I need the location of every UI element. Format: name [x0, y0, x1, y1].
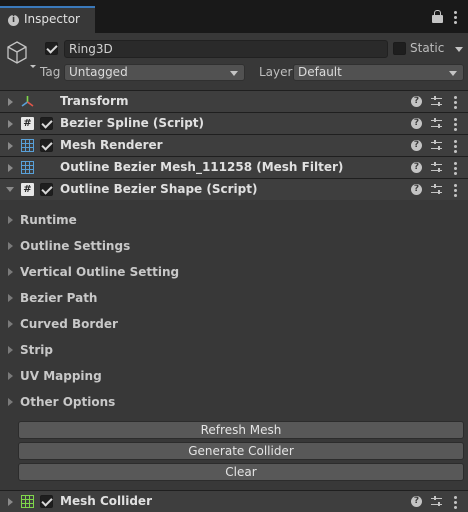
section-label: Outline Settings — [20, 239, 131, 253]
section-curved-border[interactable]: Curved Border — [0, 311, 468, 337]
static-label: Static — [410, 41, 445, 55]
fold-arrow-icon[interactable] — [8, 98, 13, 106]
component-outline-bezier-shape[interactable]: # Outline Bezier Shape (Script) ? — [0, 178, 468, 200]
tag-label: Tag — [40, 65, 61, 79]
fold-arrow-icon — [8, 320, 13, 328]
section-label: Curved Border — [20, 317, 118, 331]
fold-arrow-icon[interactable] — [8, 164, 13, 172]
presets-icon[interactable] — [431, 118, 442, 129]
tag-value: Untagged — [69, 65, 128, 79]
fold-arrow-expanded-icon[interactable] — [6, 187, 14, 192]
component-name: Bezier Spline (Script) — [60, 116, 205, 130]
presets-icon[interactable] — [431, 140, 442, 151]
section-outline-settings[interactable]: Outline Settings — [0, 233, 468, 259]
component-enabled-checkbox[interactable] — [40, 495, 53, 508]
context-menu-kebab-icon[interactable] — [454, 496, 457, 511]
section-vertical-outline-setting[interactable]: Vertical Outline Setting — [0, 259, 468, 285]
fold-arrow-icon — [8, 216, 13, 224]
section-uv-mapping[interactable]: UV Mapping — [0, 363, 468, 389]
fold-arrow-icon[interactable] — [8, 120, 13, 128]
section-label: Strip — [20, 343, 53, 357]
fold-arrow-icon[interactable] — [8, 142, 13, 150]
script-icon: # — [21, 117, 34, 130]
generate-collider-button[interactable]: Generate Collider — [18, 442, 464, 460]
gameobject-cube-icon[interactable] — [6, 39, 38, 69]
tab-title: Inspector — [24, 12, 80, 26]
section-runtime[interactable]: Runtime — [0, 207, 468, 233]
context-menu-kebab-icon[interactable] — [454, 118, 457, 133]
mesh-collider-icon — [21, 495, 34, 508]
help-icon[interactable]: ? — [411, 118, 422, 129]
help-icon[interactable]: ? — [411, 496, 422, 507]
help-icon[interactable]: ? — [411, 184, 422, 195]
lock-icon[interactable] — [432, 10, 443, 23]
component-enabled-checkbox[interactable] — [40, 139, 53, 152]
chevron-down-icon — [449, 71, 457, 76]
static-dropdown-icon[interactable] — [455, 47, 463, 52]
transform-axes-icon — [21, 96, 34, 107]
section-other-options[interactable]: Other Options — [0, 389, 468, 415]
presets-icon[interactable] — [431, 162, 442, 173]
fold-arrow-icon — [8, 268, 13, 276]
component-mesh-filter[interactable]: Outline Bezier Mesh_111258 (Mesh Filter)… — [0, 156, 468, 178]
component-mesh-renderer[interactable]: Mesh Renderer ? — [0, 134, 468, 156]
object-name-field[interactable]: Ring3D — [64, 40, 388, 58]
fold-arrow-icon — [8, 398, 13, 406]
component-name: Outline Bezier Shape (Script) — [60, 182, 258, 196]
context-menu-kebab-icon[interactable] — [454, 96, 457, 111]
help-icon[interactable]: ? — [411, 96, 422, 107]
layer-dropdown[interactable]: Default — [293, 64, 464, 81]
presets-icon[interactable] — [431, 496, 442, 507]
context-menu-kebab-icon[interactable] — [454, 162, 457, 177]
layer-value: Default — [298, 65, 342, 79]
component-name: Transform — [60, 94, 129, 108]
chevron-down-icon — [230, 71, 238, 76]
presets-icon[interactable] — [431, 184, 442, 195]
section-label: UV Mapping — [20, 369, 102, 383]
component-name: Mesh Renderer — [60, 138, 163, 152]
component-name: Outline Bezier Mesh_111258 (Mesh Filter) — [60, 160, 344, 174]
clear-button[interactable]: Clear — [18, 463, 464, 481]
tab-inspector[interactable]: i Inspector — [0, 6, 95, 33]
script-icon: # — [21, 183, 34, 196]
section-bezier-path[interactable]: Bezier Path — [0, 285, 468, 311]
info-icon: i — [8, 15, 19, 26]
presets-icon[interactable] — [431, 96, 442, 107]
fold-arrow-icon — [8, 294, 13, 302]
component-bezier-spline[interactable]: # Bezier Spline (Script) ? — [0, 112, 468, 134]
component-enabled-checkbox[interactable] — [40, 117, 53, 130]
fold-arrow-icon — [8, 242, 13, 250]
section-label: Bezier Path — [20, 291, 98, 305]
mesh-renderer-icon — [21, 139, 34, 152]
help-icon[interactable]: ? — [411, 162, 422, 173]
fold-arrow-icon[interactable] — [8, 498, 13, 506]
tag-dropdown[interactable]: Untagged — [64, 64, 245, 81]
component-name: Mesh Collider — [60, 494, 152, 508]
section-label: Other Options — [20, 395, 116, 409]
fold-arrow-icon — [8, 372, 13, 380]
static-checkbox[interactable] — [393, 42, 406, 55]
fold-arrow-icon — [8, 346, 13, 354]
refresh-mesh-button[interactable]: Refresh Mesh — [18, 421, 464, 439]
component-transform[interactable]: Transform ? — [0, 90, 468, 112]
layer-label: Layer — [259, 65, 293, 79]
context-menu-kebab-icon[interactable] — [454, 140, 457, 155]
component-enabled-checkbox[interactable] — [40, 183, 53, 196]
context-menu-kebab-icon[interactable] — [454, 184, 457, 199]
section-strip[interactable]: Strip — [0, 337, 468, 363]
help-icon[interactable]: ? — [411, 140, 422, 151]
tab-menu-kebab-icon[interactable] — [454, 11, 457, 26]
section-label: Runtime — [20, 213, 77, 227]
mesh-filter-icon — [21, 161, 34, 174]
section-label: Vertical Outline Setting — [20, 265, 180, 279]
component-mesh-collider[interactable]: Mesh Collider ? — [0, 490, 468, 512]
active-checkbox[interactable] — [45, 42, 58, 55]
